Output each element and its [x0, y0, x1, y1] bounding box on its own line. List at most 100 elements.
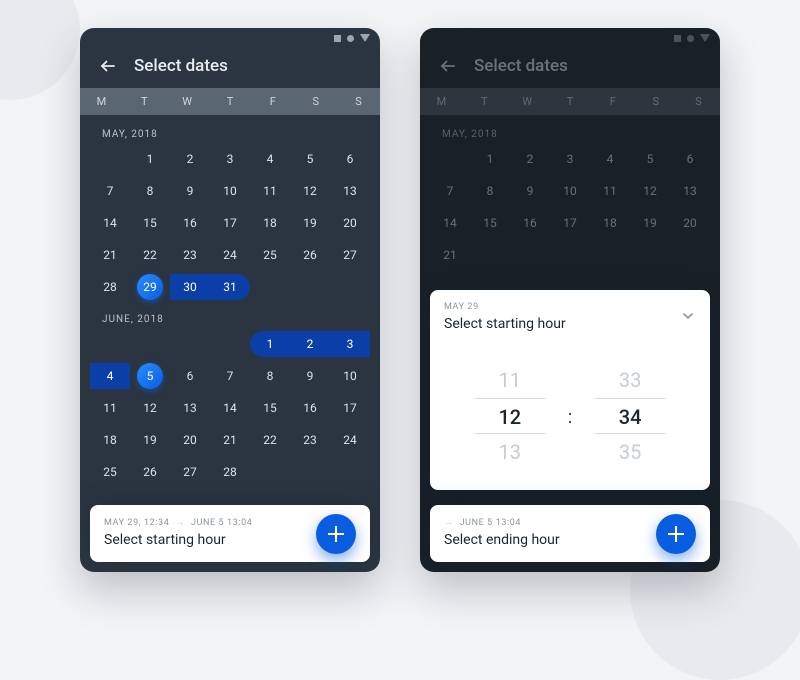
hour-next: 13	[474, 434, 546, 470]
day-cell[interactable]: 14	[210, 395, 250, 421]
day-cell[interactable]: 19	[130, 427, 170, 453]
weekday-header: MTWTFSS	[80, 88, 380, 115]
day-cell[interactable]: 6	[330, 146, 370, 172]
day-cell[interactable]: 22	[130, 242, 170, 268]
day-cell[interactable]: 17	[210, 210, 250, 236]
weekday-cell: S	[337, 88, 380, 115]
day-cell[interactable]: 16	[290, 395, 330, 421]
time-separator: :	[568, 407, 572, 428]
sheet-title: Select starting hour	[444, 316, 696, 332]
day-cell[interactable]: 5	[130, 363, 170, 389]
range-from-label: MAY 29, 12:34	[104, 518, 169, 528]
day-cell[interactable]: 15	[250, 395, 290, 421]
phone-select-dates: Select dates MTWTFSS MAY, 2018 123456789…	[80, 28, 380, 572]
range-to-label: JUNE 5 13:04	[460, 518, 521, 528]
day-cell[interactable]: 4	[250, 146, 290, 172]
day-cell[interactable]: 7	[90, 178, 130, 204]
day-cell[interactable]: 23	[170, 242, 210, 268]
day-cell[interactable]: 15	[130, 210, 170, 236]
add-button[interactable]	[316, 514, 356, 554]
day-cell[interactable]: 10	[330, 363, 370, 389]
day-cell[interactable]: 18	[90, 427, 130, 453]
day-cell[interactable]: 8	[130, 178, 170, 204]
day-cell[interactable]: 1	[130, 146, 170, 172]
weekday-cell: M	[80, 88, 123, 115]
day-cell[interactable]: 23	[290, 427, 330, 453]
arrow-icon: →	[175, 517, 185, 528]
day-cell[interactable]: 5	[290, 146, 330, 172]
day-cell[interactable]: 24	[210, 242, 250, 268]
chevron-down-icon[interactable]	[680, 308, 696, 328]
hour-selected: 12	[474, 398, 546, 434]
day-cell[interactable]: 24	[330, 427, 370, 453]
weekday-cell: W	[166, 88, 209, 115]
time-picker-sheet: MAY 29 Select starting hour 11 12 13 : 3…	[430, 290, 710, 490]
minute-selected: 34	[594, 398, 666, 434]
add-button[interactable]	[656, 514, 696, 554]
footer-card: → JUNE 5 13:04 Select ending hour	[430, 505, 710, 562]
minute-prev: 33	[594, 362, 666, 398]
range-to-label: JUNE 5 13:04	[191, 518, 252, 528]
day-cell[interactable]: 3	[330, 331, 370, 357]
day-cell[interactable]: 2	[290, 331, 330, 357]
day-cell[interactable]: 7	[210, 363, 250, 389]
day-cell[interactable]: 13	[170, 395, 210, 421]
day-cell[interactable]: 28	[210, 459, 250, 485]
day-cell[interactable]: 20	[330, 210, 370, 236]
day-cell[interactable]: 9	[290, 363, 330, 389]
day-cell[interactable]: 9	[170, 178, 210, 204]
day-cell[interactable]: 11	[90, 395, 130, 421]
day-cell[interactable]: 31	[210, 274, 250, 300]
day-cell[interactable]: 30	[170, 274, 210, 300]
day-cell[interactable]: 17	[330, 395, 370, 421]
day-cell[interactable]: 19	[290, 210, 330, 236]
status-icon-square	[334, 35, 341, 42]
day-cell[interactable]: 6	[170, 363, 210, 389]
weekday-cell: T	[209, 88, 252, 115]
day-cell[interactable]: 29	[130, 274, 170, 300]
sheet-date-label: MAY 29	[444, 302, 696, 312]
day-cell[interactable]: 25	[90, 459, 130, 485]
day-cell[interactable]: 10	[210, 178, 250, 204]
weekday-cell: F	[251, 88, 294, 115]
month-label-may: MAY, 2018	[80, 115, 380, 146]
day-cell[interactable]: 1	[250, 331, 290, 357]
day-cell[interactable]: 26	[130, 459, 170, 485]
month-label-june: JUNE, 2018	[80, 300, 380, 331]
day-cell[interactable]: 25	[250, 242, 290, 268]
day-cell[interactable]: 11	[250, 178, 290, 204]
day-cell[interactable]: 22	[250, 427, 290, 453]
minute-wheel[interactable]: 33 34 35	[594, 362, 666, 472]
day-cell[interactable]: 12	[290, 178, 330, 204]
day-cell[interactable]: 14	[90, 210, 130, 236]
day-cell[interactable]: 8	[250, 363, 290, 389]
day-cell[interactable]: 20	[170, 427, 210, 453]
day-cell[interactable]: 21	[90, 242, 130, 268]
day-cell[interactable]: 3	[210, 146, 250, 172]
day-cell[interactable]: 2	[170, 146, 210, 172]
day-cell[interactable]: 16	[170, 210, 210, 236]
day-cell[interactable]: 4	[90, 363, 130, 389]
day-cell[interactable]: 27	[330, 242, 370, 268]
hour-wheel[interactable]: 11 12 13	[474, 362, 546, 472]
weekday-cell: T	[123, 88, 166, 115]
status-icon-triangle	[360, 34, 370, 42]
calendar-june: 1234567891011121314151617181920212223242…	[80, 331, 380, 485]
day-cell[interactable]: 27	[170, 459, 210, 485]
weekday-cell: S	[294, 88, 337, 115]
calendar-may: 1234567891011121314151617181920212223242…	[80, 146, 380, 300]
day-cell[interactable]: 18	[250, 210, 290, 236]
day-cell[interactable]: 13	[330, 178, 370, 204]
arrow-icon: →	[444, 517, 454, 528]
status-bar	[80, 28, 380, 48]
day-cell[interactable]: 12	[130, 395, 170, 421]
hour-prev: 11	[474, 362, 546, 398]
page-title: Select dates	[134, 56, 228, 76]
footer-card: MAY 29, 12:34 → JUNE 5 13:04 Select star…	[90, 505, 370, 562]
day-cell[interactable]: 21	[210, 427, 250, 453]
day-cell[interactable]: 26	[290, 242, 330, 268]
minute-next: 35	[594, 434, 666, 470]
back-button[interactable]	[98, 56, 118, 76]
day-cell[interactable]: 28	[90, 274, 130, 300]
phone-select-hour: Select dates MTWTFSS MAY, 2018 123456789…	[420, 28, 720, 572]
